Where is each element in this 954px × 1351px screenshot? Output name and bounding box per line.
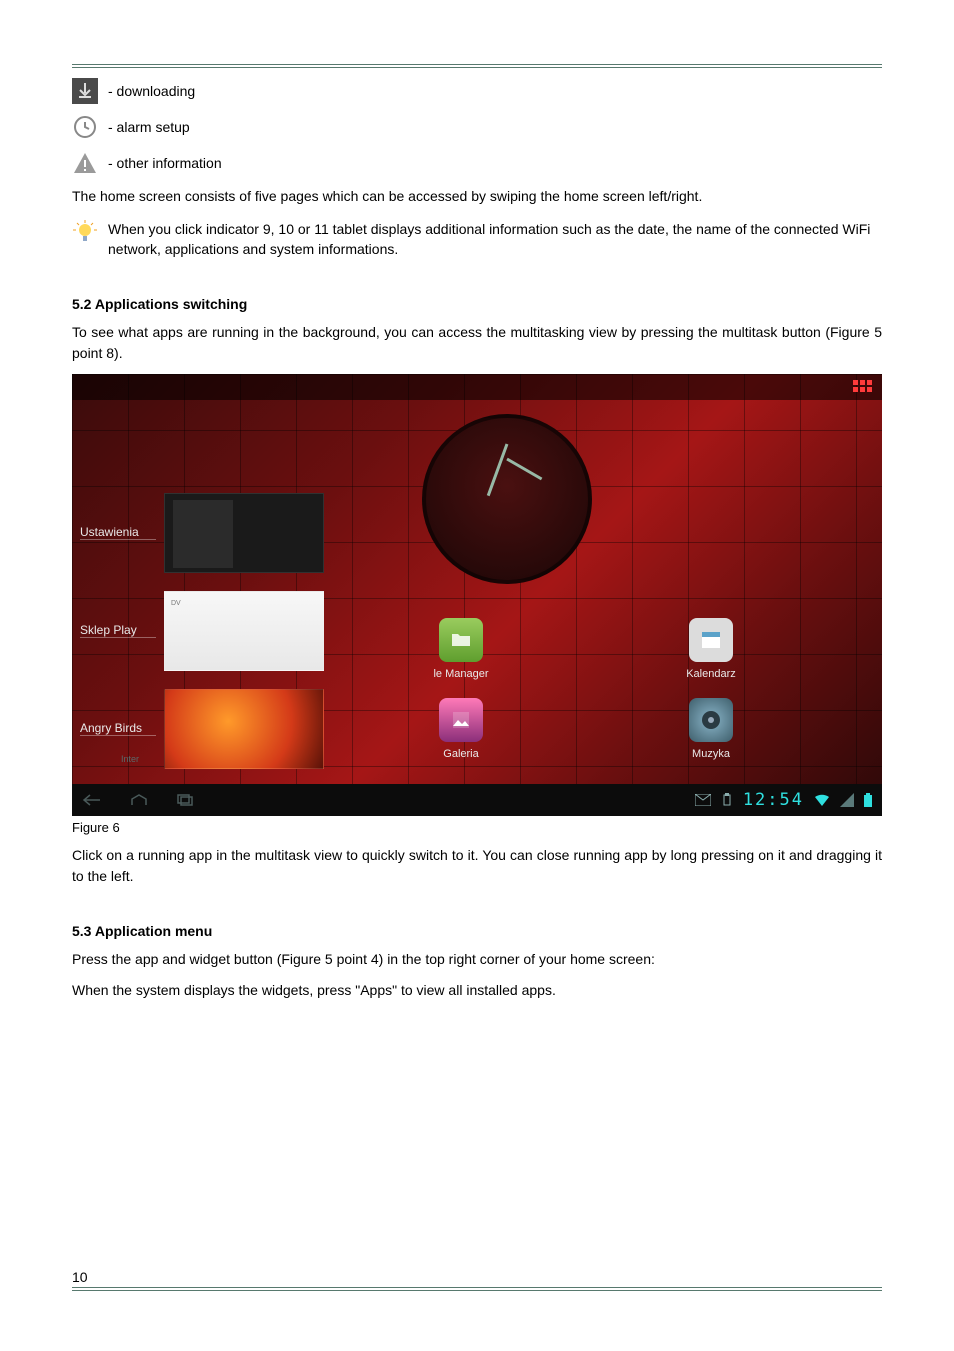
usb-status-icon[interactable]	[721, 793, 733, 807]
wifi-status-icon[interactable]	[814, 793, 830, 807]
multitask-item-sklep[interactable]: Sklep Play DV	[72, 582, 392, 680]
calendar-icon	[689, 618, 733, 662]
figure-caption: Figure 6	[72, 820, 882, 835]
p-app-menu-2: When the system displays the widgets, pr…	[72, 980, 882, 1001]
home-pages-paragraph: The home screen consists of five pages w…	[72, 186, 882, 207]
home-button[interactable]	[130, 793, 148, 807]
download-icon	[72, 78, 98, 104]
app-file-manager[interactable]: le Manager	[406, 618, 516, 680]
clock-icon	[72, 114, 98, 140]
page-number: 10	[72, 1269, 882, 1285]
multitask-thumb: Inter	[164, 689, 324, 769]
multitask-panel: Ustawienia Sklep Play DV Angry Birds Int…	[72, 484, 392, 778]
multitask-label: Ustawienia	[80, 525, 156, 540]
heading-5-2: 5.2 Applications switching	[72, 296, 882, 312]
other-label: - other information	[108, 155, 222, 171]
app-galeria[interactable]: Galeria	[406, 698, 516, 760]
figure-6-screenshot: Ustawienia Sklep Play DV Angry Birds Int…	[72, 374, 882, 816]
app-kalendarz[interactable]: Kalendarz	[656, 618, 766, 680]
tip-text: When you click indicator 9, 10 or 11 tab…	[108, 219, 882, 260]
icon-row-downloading: - downloading	[72, 78, 882, 104]
signal-status-icon[interactable]	[840, 793, 854, 807]
download-label: - downloading	[108, 83, 195, 99]
folder-icon	[439, 618, 483, 662]
multitask-thumb: DV	[164, 591, 324, 671]
multitask-label: Sklep Play	[80, 623, 156, 638]
alarm-label: - alarm setup	[108, 119, 190, 135]
battery-status-icon[interactable]	[864, 793, 872, 807]
tip-row: When you click indicator 9, 10 or 11 tab…	[72, 219, 882, 260]
multitask-label: Angry Birds	[80, 721, 156, 736]
icon-row-other: - other information	[72, 150, 882, 176]
app-muzyka[interactable]: Muzyka	[656, 698, 766, 760]
p-app-menu-1: Press the app and widget button (Figure …	[72, 949, 882, 970]
gallery-icon	[439, 698, 483, 742]
multitask-item-angrybirds[interactable]: Angry Birds Inter	[72, 680, 392, 778]
icon-row-alarm: - alarm setup	[72, 114, 882, 140]
mail-status-icon[interactable]	[695, 794, 711, 806]
recent-button[interactable]	[176, 793, 194, 807]
warning-icon	[72, 150, 98, 176]
heading-5-3: 5.3 Application menu	[72, 923, 882, 939]
music-icon	[689, 698, 733, 742]
p-multitask: To see what apps are running in the back…	[72, 322, 882, 364]
multitask-thumb	[164, 493, 324, 573]
apps-grid-button[interactable]	[853, 380, 872, 392]
back-button[interactable]	[82, 793, 102, 807]
analog-clock-widget[interactable]	[422, 414, 592, 584]
lightbulb-icon	[72, 219, 98, 245]
multitask-item-ustawienia[interactable]: Ustawienia	[72, 484, 392, 582]
status-time[interactable]: 12:54	[743, 790, 804, 810]
p-switch-app: Click on a running app in the multitask …	[72, 845, 882, 887]
system-nav-bar: 12:54	[72, 784, 882, 816]
